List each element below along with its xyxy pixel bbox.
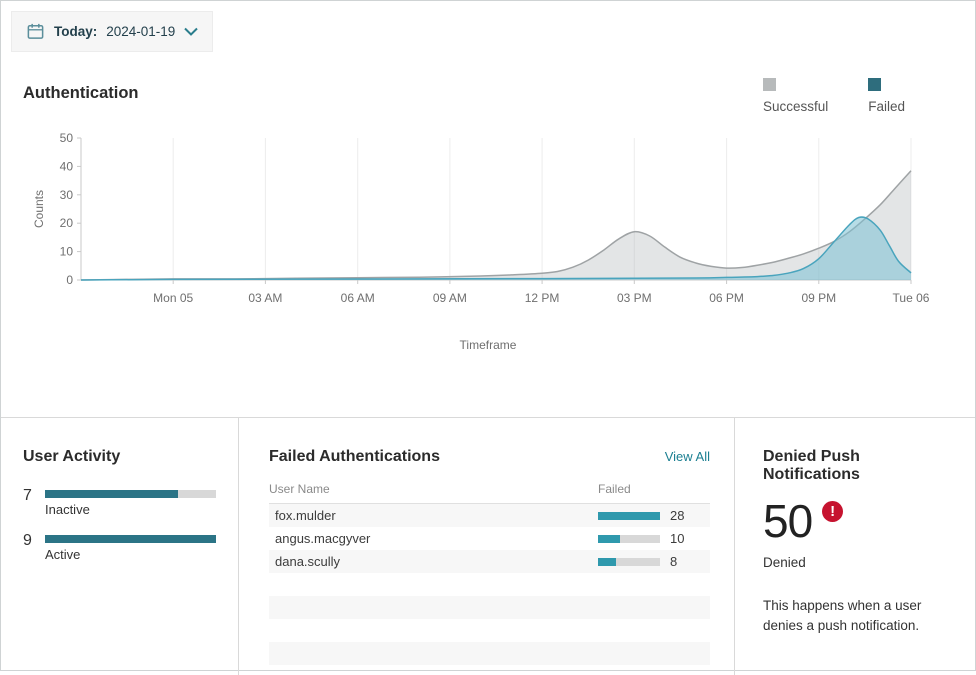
failed-auth-rows: fox.mulder 28 angus.macgyver 10 dana.scu…: [269, 504, 710, 665]
svg-text:40: 40: [60, 159, 74, 173]
user-activity-row: 7 Inactive: [23, 490, 216, 519]
user-activity-count: 9: [23, 533, 35, 549]
denied-count-row: 50 !: [763, 498, 955, 544]
chevron-down-icon: [184, 27, 198, 36]
auth-chart: 0 10 20 30 40 50 Mon 05 03 AM 06 AM 09 AM 12 PM 03 …: [1, 130, 975, 320]
calendar-icon: [26, 22, 45, 41]
legend-swatch-successful: [763, 78, 776, 91]
failed-auth-table-header: User Name Failed: [269, 482, 710, 504]
date-picker-label: Today:: [54, 24, 97, 39]
failed-auth-count: 8: [670, 554, 677, 569]
denied-push-title: Denied Push Notifications: [763, 448, 955, 484]
failed-auth-bar: [598, 558, 660, 566]
failed-auth-row[interactable]: angus.macgyver 10: [269, 527, 710, 550]
failed-auth-user: dana.scully: [275, 554, 598, 569]
column-user-name: User Name: [269, 482, 598, 496]
authentication-header: Authentication Successful Failed: [23, 78, 951, 114]
chart-xaxis-title: Timeframe: [1, 338, 975, 352]
svg-text:03 PM: 03 PM: [617, 291, 652, 305]
denied-count: 50: [763, 498, 812, 544]
user-activity-bar-fill: [45, 490, 178, 498]
svg-text:0: 0: [66, 273, 73, 287]
failed-auth-bar-fill: [598, 512, 660, 520]
failed-auth-bar-fill: [598, 558, 616, 566]
failed-auth-bar: [598, 512, 660, 520]
svg-text:30: 30: [60, 188, 74, 202]
user-activity-row: 9 Active: [23, 535, 216, 564]
user-activity-title: User Activity: [23, 448, 216, 466]
failed-auth-empty-row: [269, 619, 710, 642]
user-activity-bar-fill: [45, 535, 216, 543]
bottom-panels: User Activity 7 Inactive 9 Active: [1, 417, 975, 675]
svg-text:Mon 05: Mon 05: [153, 291, 193, 305]
user-activity-panel: User Activity 7 Inactive 9 Active: [1, 418, 238, 675]
denied-label: Denied: [763, 555, 955, 570]
denied-push-panel: Denied Push Notifications 50 ! Denied Th…: [734, 418, 975, 675]
dashboard: Today: 2024-01-19 Authentication Success…: [1, 1, 975, 675]
failed-auth-header: Failed Authentications View All: [269, 448, 710, 466]
legend-swatch-failed: [868, 78, 881, 91]
failed-auth-empty-row: [269, 642, 710, 665]
svg-text:10: 10: [60, 245, 74, 259]
svg-text:50: 50: [60, 131, 74, 145]
denied-description: This happens when a user denies a push n…: [763, 596, 955, 635]
failed-auth-row[interactable]: fox.mulder 28: [269, 504, 710, 527]
view-all-link[interactable]: View All: [665, 449, 710, 464]
legend-label-successful: Successful: [763, 99, 828, 114]
svg-text:Counts: Counts: [32, 190, 46, 228]
legend-label-failed: Failed: [868, 99, 905, 114]
user-activity-rows: 7 Inactive 9 Active: [23, 490, 216, 564]
failed-auth-title: Failed Authentications: [269, 448, 440, 466]
failed-auth-count: 10: [670, 531, 684, 546]
failed-auth-panel: Failed Authentications View All User Nam…: [238, 418, 734, 675]
chart-legend: Successful Failed: [763, 78, 905, 114]
date-picker[interactable]: Today: 2024-01-19: [11, 11, 213, 52]
user-activity-bar: [45, 535, 216, 543]
user-activity-count: 7: [23, 488, 35, 504]
user-activity-bar: [45, 490, 216, 498]
user-activity-label: Active: [45, 547, 80, 562]
svg-text:09 AM: 09 AM: [433, 291, 467, 305]
svg-text:20: 20: [60, 216, 74, 230]
auth-chart-svg: 0 10 20 30 40 50 Mon 05 03 AM 06 AM 09 AM 12 PM 03 …: [1, 130, 976, 315]
svg-text:12 PM: 12 PM: [525, 291, 560, 305]
failed-auth-empty-row: [269, 573, 710, 596]
failed-auth-user: angus.macgyver: [275, 531, 598, 546]
failed-auth-bar: [598, 535, 660, 543]
date-picker-value: 2024-01-19: [106, 24, 175, 39]
svg-text:06 PM: 06 PM: [709, 291, 744, 305]
failed-auth-bar-fill: [598, 535, 620, 543]
failed-auth-count: 28: [670, 508, 684, 523]
svg-text:09 PM: 09 PM: [801, 291, 836, 305]
authentication-title: Authentication: [23, 84, 139, 103]
svg-text:06 AM: 06 AM: [341, 291, 375, 305]
failed-auth-user: fox.mulder: [275, 508, 598, 523]
svg-text:03 AM: 03 AM: [248, 291, 282, 305]
svg-text:Tue 06: Tue 06: [893, 291, 930, 305]
legend-item-successful[interactable]: Successful: [763, 78, 828, 114]
alert-icon: !: [822, 501, 843, 522]
column-failed: Failed: [598, 482, 710, 496]
user-activity-label: Inactive: [45, 502, 90, 517]
failed-auth-row[interactable]: dana.scully 8: [269, 550, 710, 573]
failed-auth-empty-row: [269, 596, 710, 619]
legend-item-failed[interactable]: Failed: [868, 78, 905, 114]
